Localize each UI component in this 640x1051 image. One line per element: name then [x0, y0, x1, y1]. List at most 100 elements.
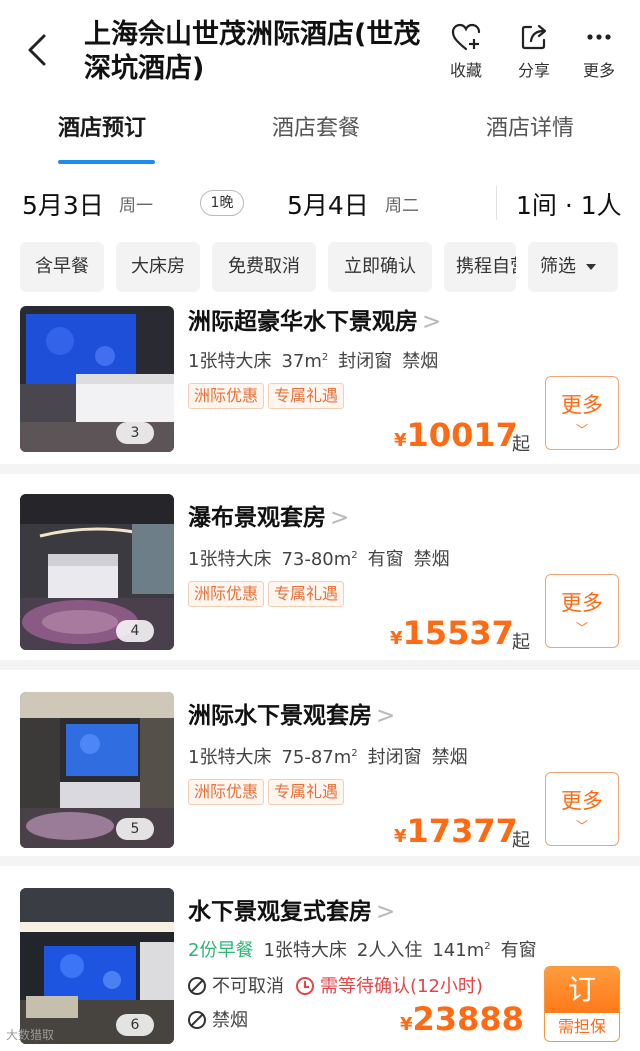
share-icon — [521, 24, 547, 50]
photo-count: 6 — [116, 1014, 154, 1036]
watermark: 大数猎取 — [6, 1028, 55, 1042]
more-options-label: 更多 — [561, 393, 603, 417]
filter-ctrip-self[interactable]: 携程自营 — [444, 242, 516, 292]
more-options-button[interactable]: 更多 ﹀ — [545, 574, 619, 648]
room-card[interactable]: 5 洲际水下景观套房 > 1张特大床 75-87m2 封闭窗 禁烟 洲际优惠 专属礼遇 … — [0, 670, 640, 866]
currency-symbol: ¥ — [394, 826, 407, 847]
room-card[interactable]: 3 洲际超豪华水下景观房 > 1张特大床 37m2 封闭窗 禁烟 洲际优惠 专属礼遇 ¥… — [0, 302, 640, 474]
smoke-line: 禁烟 — [188, 1006, 248, 1032]
price-from: 起 — [512, 434, 530, 455]
confirm-wait-text: 需等待确认(12小时) — [320, 976, 483, 997]
room-name[interactable]: 洲际水下景观套房 > — [188, 696, 395, 730]
more-dots-icon — [587, 34, 611, 40]
share-button[interactable]: 分享 — [506, 22, 562, 81]
filter-free-cancel[interactable]: 免费取消 — [212, 242, 316, 292]
tab-hotel-details[interactable]: 酒店详情 — [486, 110, 574, 142]
no-smoking-icon — [188, 1011, 206, 1029]
room-area: 75-87m — [281, 747, 352, 768]
promo-badge: 洲际优惠 — [188, 581, 265, 607]
room-list: 3 洲际超豪华水下景观房 > 1张特大床 37m2 封闭窗 禁烟 洲际优惠 专属礼遇 ¥… — [0, 302, 640, 1051]
room-name[interactable]: 瀑布景观套房 > — [188, 498, 349, 532]
room-specs: 2份早餐 1张特大床 2人入住 141m2 有窗 — [188, 936, 537, 962]
more-options-button[interactable]: 更多 ﹀ — [545, 772, 619, 846]
room-name-text: 洲际超豪华水下景观房 — [188, 309, 418, 335]
room-window: 封闭窗 — [367, 747, 422, 768]
room-photo[interactable]: 3 — [20, 306, 174, 452]
room-smoke: 禁烟 — [402, 351, 439, 372]
chevron-down-icon: ﹀ — [575, 423, 588, 437]
checkout-date[interactable]: 5月4日 — [287, 186, 369, 222]
chevron-right-icon: > — [330, 505, 350, 531]
area-unit-superscript: 2 — [484, 941, 491, 952]
hotel-title: 上海佘山世茂洲际酒店(世茂深坑酒店) — [84, 19, 421, 84]
filter-instant-confirm[interactable]: 立即确认 — [328, 242, 432, 292]
room-window: 有窗 — [367, 549, 404, 570]
rooms-guests-selector[interactable]: 1间 · 1人 — [516, 186, 622, 222]
filter-button-label: 筛选 — [540, 256, 576, 277]
favorite-label: 收藏 — [449, 61, 482, 80]
room-specs: 1张特大床 37m2 封闭窗 禁烟 — [188, 347, 438, 373]
room-price: ¥15537 起 — [390, 614, 530, 653]
price-from: 起 — [512, 830, 530, 851]
chevron-right-icon: > — [376, 899, 396, 925]
checkout-weekday: 周二 — [385, 196, 419, 216]
date-divider — [496, 186, 497, 220]
policy-line: 不可取消 需等待确认(12小时) — [188, 972, 483, 998]
room-name-text: 水下景观复式套房 — [188, 899, 372, 925]
more-label: 更多 — [582, 61, 615, 80]
checkin-date[interactable]: 5月3日 — [22, 186, 104, 222]
room-name-text: 瀑布景观套房 — [188, 505, 326, 531]
chevron-right-icon: > — [422, 309, 442, 335]
room-smoke: 禁烟 — [212, 1010, 248, 1031]
price-value: 15537 — [402, 614, 514, 652]
filter-king-bed[interactable]: 大床房 — [116, 242, 200, 292]
room-area: 73-80m — [281, 549, 352, 570]
tab-hotel-packages[interactable]: 酒店套餐 — [272, 110, 360, 142]
room-name[interactable]: 洲际超豪华水下景观房 > — [188, 302, 441, 336]
room-price: ¥23888 — [400, 1000, 524, 1038]
more-button[interactable]: 更多 — [571, 22, 627, 81]
date-selector[interactable]: 5月3日 周一 1晚 5月4日 周二 1间 · 1人 — [0, 166, 640, 238]
room-specs: 1张特大床 75-87m2 封闭窗 禁烟 — [188, 743, 468, 769]
promo-badge: 洲际优惠 — [188, 779, 265, 805]
room-window: 有窗 — [500, 940, 537, 961]
active-tab-indicator — [58, 160, 155, 164]
more-options-button[interactable]: 更多 ﹀ — [545, 376, 619, 450]
room-name[interactable]: 水下景观复式套房 > — [188, 892, 395, 926]
favorite-button[interactable]: 收藏 — [438, 22, 494, 81]
room-name-text: 洲际水下景观套房 — [188, 703, 372, 729]
book-button[interactable]: 订需担保 — [544, 966, 620, 1042]
room-photo[interactable]: 5 — [20, 692, 174, 848]
tab-hotel-booking[interactable]: 酒店预订 — [58, 110, 146, 142]
room-price: ¥10017 起 — [394, 416, 530, 455]
book-label: 订 — [545, 967, 619, 1013]
chevron-right-icon: > — [376, 703, 396, 729]
room-photo[interactable]: 4 — [20, 494, 174, 650]
chevron-left-icon[interactable] — [22, 30, 56, 70]
chevron-down-icon: ﹀ — [575, 621, 588, 635]
price-from: 起 — [512, 632, 530, 653]
room-occupancy: 2人入住 — [356, 940, 423, 961]
price-value: 17377 — [406, 812, 518, 850]
perk-badge: 专属礼遇 — [268, 581, 345, 607]
checkin-weekday: 周一 — [119, 196, 153, 216]
more-options-label: 更多 — [561, 789, 603, 813]
cancel-policy: 不可取消 — [212, 976, 284, 997]
currency-symbol: ¥ — [390, 628, 403, 649]
confirm-wait: 需等待确认(12小时) — [296, 976, 483, 997]
filter-breakfast[interactable]: 含早餐 — [20, 242, 104, 292]
breakfast-info: 2份早餐 — [188, 940, 254, 961]
tab-bar: 酒店预订 酒店套餐 酒店详情 — [0, 96, 640, 166]
filter-button[interactable]: 筛选 — [528, 242, 618, 292]
room-photo[interactable]: 6 — [20, 888, 174, 1044]
currency-symbol: ¥ — [400, 1014, 413, 1035]
guarantee-label: 需担保 — [557, 1017, 606, 1036]
clock-icon — [296, 977, 314, 995]
room-bed: 1张特大床 — [188, 549, 272, 570]
room-card[interactable]: 4 瀑布景观套房 > 1张特大床 73-80m2 有窗 禁烟 洲际优惠 专属礼遇 ¥15… — [0, 474, 640, 670]
room-bed: 1张特大床 — [263, 940, 347, 961]
heart-plus-icon — [451, 23, 481, 51]
room-card[interactable]: 6 水下景观复式套房 > 2份早餐 1张特大床 2人入住 141m2 有窗 不可取消 需等待… — [0, 866, 640, 1051]
photo-count: 3 — [116, 422, 154, 444]
room-area: 141m — [432, 940, 485, 961]
